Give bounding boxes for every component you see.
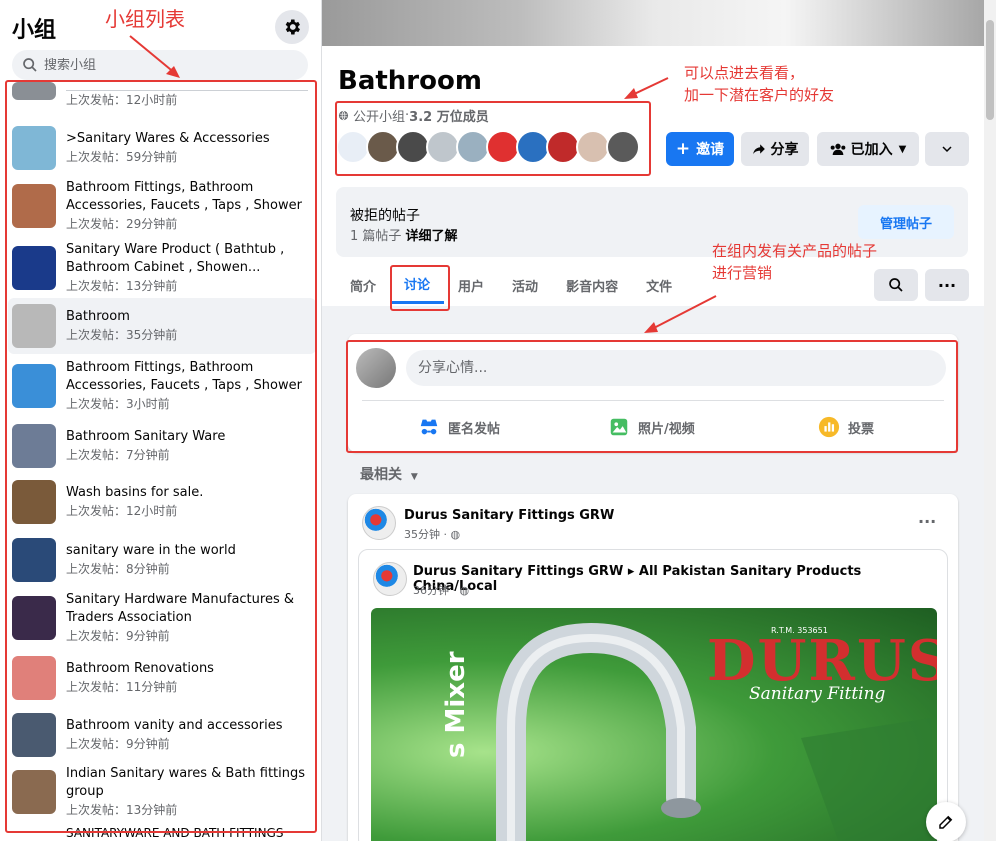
post-time[interactable]: 35分钟 · ◍ — [404, 526, 460, 542]
shared-author-line: Durus Sanitary Fittings GRW ▸ All Pakist… — [413, 564, 947, 594]
edit-icon — [939, 815, 953, 829]
feed-post: Durus Sanitary Fittings GRW 35分钟 · ◍ ···… — [348, 494, 958, 841]
chevron-down-icon — [942, 146, 952, 153]
rejected-title: 被拒的帖子 — [350, 208, 420, 224]
product-text: s Mixer — [441, 651, 471, 758]
rejected-subtitle: 1 篇帖子 详细了解 — [350, 225, 458, 244]
annotation-tab-box — [390, 265, 450, 311]
cover-photo[interactable] — [322, 0, 984, 46]
tab-4[interactable]: 影音内容 — [552, 266, 632, 304]
post-image[interactable]: R.T.M. 353651 DURUS Sanitary Fitting s M… — [371, 608, 937, 841]
more-dots-icon: ··· — [937, 275, 957, 295]
search-icon — [23, 58, 37, 72]
post-more-button[interactable]: ··· — [918, 512, 936, 531]
tab-5[interactable]: 文件 — [632, 266, 686, 304]
group-search-button[interactable] — [874, 269, 918, 301]
joined-label: 已加入 — [850, 142, 893, 158]
more-options-button[interactable] — [925, 132, 969, 166]
shared-author-avatar[interactable] — [373, 562, 407, 596]
globe-icon: ◍ — [459, 584, 470, 597]
invite-label: 邀请 — [696, 142, 725, 158]
new-message-button[interactable] — [926, 802, 966, 841]
shared-post[interactable]: Durus Sanitary Fittings GRW ▸ All Pakist… — [358, 549, 948, 841]
shared-time: 36分钟 · ◍ — [413, 584, 470, 597]
arrow-right-icon: ▸ — [627, 564, 635, 579]
search-input[interactable] — [44, 57, 284, 73]
brand-subtitle: Sanitary Fitting — [749, 684, 886, 704]
sort-label: 最相关 — [360, 467, 402, 483]
annotation-marketing-label: 在组内发有关产品的帖子 进行营销 — [712, 242, 878, 282]
plus-icon: + — [675, 139, 691, 159]
joined-button[interactable]: 已加入 ▼ — [817, 132, 919, 166]
share-button[interactable]: 分享 — [741, 132, 809, 166]
shared-author[interactable]: Durus Sanitary Fittings GRW — [413, 564, 623, 579]
share-arrow-icon — [752, 144, 765, 155]
more-button[interactable]: ··· — [925, 269, 969, 301]
tab-2[interactable]: 用户 — [444, 266, 498, 304]
annotation-composer-box — [346, 340, 958, 453]
annotation-list-box — [5, 80, 317, 833]
manage-posts-button[interactable]: 管理帖子 — [858, 205, 954, 239]
shared-time-text: 36分钟 — [413, 584, 449, 597]
invite-button[interactable]: + 邀请 — [666, 132, 734, 166]
annotation-list-label: 小组列表 — [105, 7, 185, 31]
group-tabs: 简介 讨论 用户 活动 影音内容 文件 — [336, 266, 686, 304]
sort-dropdown[interactable]: 最相关 ▼ — [360, 464, 418, 484]
group-search[interactable] — [12, 50, 308, 80]
group-title[interactable]: Bathroom — [338, 66, 482, 96]
tab-3[interactable]: 活动 — [498, 266, 552, 304]
annotation-members-box — [335, 101, 651, 176]
rejected-count: 1 篇帖子 — [350, 229, 402, 244]
learn-more-link[interactable]: 详细了解 — [406, 229, 458, 244]
members-icon — [830, 143, 845, 155]
post-time-text: 35分钟 — [404, 528, 440, 541]
search-icon — [889, 278, 903, 292]
globe-icon: ◍ — [450, 528, 461, 541]
tab-0[interactable]: 简介 — [336, 266, 390, 304]
share-label: 分享 — [770, 142, 799, 158]
gear-icon — [285, 19, 300, 35]
sidebar-title: 小组 — [12, 18, 57, 43]
scrollbar-thumb[interactable] — [986, 20, 994, 120]
settings-button[interactable] — [275, 10, 309, 44]
scrollbar-track[interactable] — [984, 0, 996, 841]
post-author[interactable]: Durus Sanitary Fittings GRW — [404, 508, 614, 523]
caret-down-icon: ▼ — [898, 143, 907, 155]
caret-down-icon: ▼ — [410, 472, 418, 482]
author-avatar[interactable] — [362, 506, 396, 540]
annotation-friends-label: 可以点进去看看， 加一下潜在客户的好友 — [684, 64, 835, 104]
